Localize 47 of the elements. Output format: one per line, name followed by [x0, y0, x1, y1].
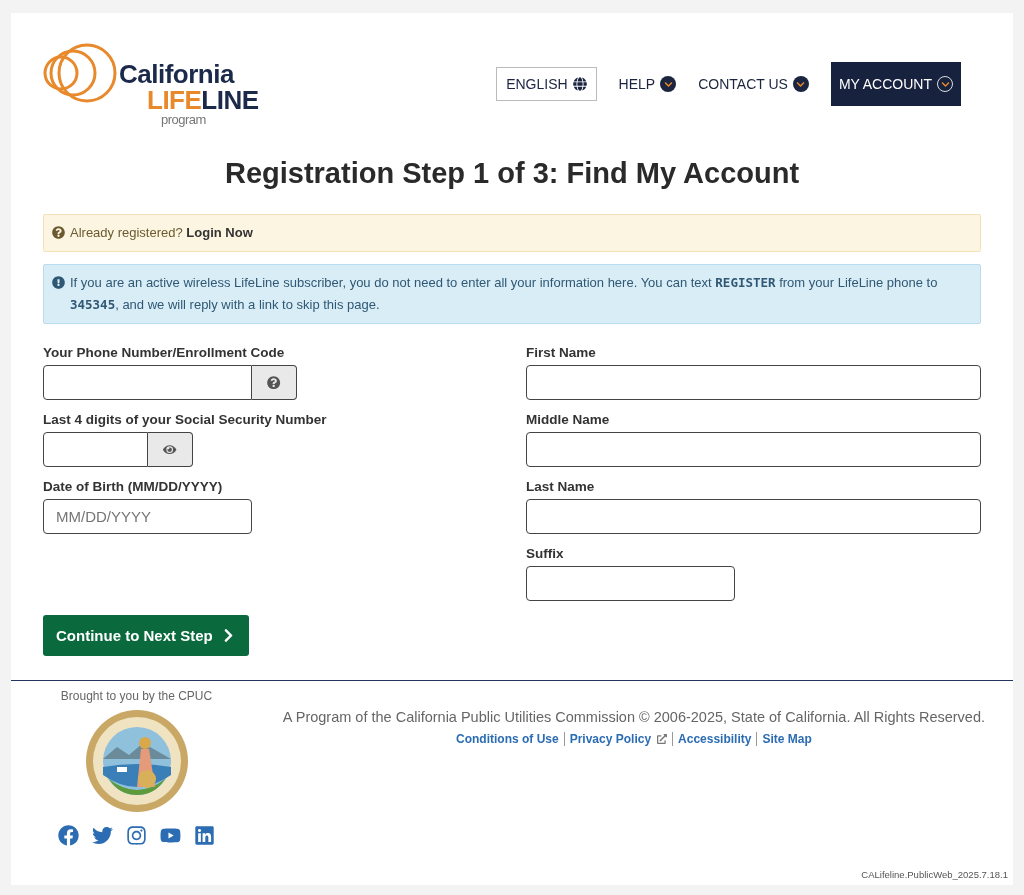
- input-field[interactable]: [526, 432, 981, 467]
- eye-icon: [163, 442, 177, 457]
- footer-link[interactable]: Conditions of Use: [451, 732, 564, 746]
- input-field[interactable]: [526, 499, 981, 534]
- nav-menu-button[interactable]: MY ACCOUNT: [830, 62, 961, 106]
- caret-icon: [660, 76, 677, 92]
- exclamation-icon: [52, 276, 65, 289]
- question-icon: [52, 226, 65, 239]
- copyright-text: A Program of the California Public Utilities Commission © 2006-2025, State of California. All Rights Reserved.: [282, 709, 985, 725]
- input-field[interactable]: [43, 365, 252, 400]
- help-button[interactable]: [252, 365, 297, 400]
- field-label: Last Name: [526, 479, 596, 494]
- twitter-icon[interactable]: [92, 825, 113, 846]
- linkedin-icon[interactable]: [194, 825, 215, 846]
- footer-link[interactable]: Accessibility: [672, 732, 757, 746]
- language-button[interactable]: ENGLISH: [496, 67, 597, 101]
- input-field[interactable]: MM/DD/YYYY: [43, 499, 252, 534]
- facebook-icon[interactable]: [58, 825, 79, 846]
- help-icon: [267, 375, 281, 390]
- input-field[interactable]: [526, 566, 735, 601]
- caret-icon: [792, 76, 809, 92]
- alert-text: Already registered?: [70, 225, 183, 240]
- version-text: CALifeline.PublicWeb_2025.7.18.1: [861, 869, 1008, 880]
- alert-text: If you are an active wireless LifeLine subscriber, you do not need to enter all your information here. You can text REGISTER from your LifeLine phone to 345345, and we will reply with a link to skip this page.: [70, 274, 939, 314]
- show-button[interactable]: [148, 432, 193, 467]
- page-title: Registration Step 1 of 3: Find My Account: [223, 157, 801, 190]
- footer-link[interactable]: Privacy Policy: [563, 732, 673, 746]
- nav-menu-button[interactable]: CONTACT US: [698, 68, 809, 100]
- nav-menu-button[interactable]: HELP: [618, 68, 677, 100]
- footer-link[interactable]: Site Map: [756, 732, 817, 746]
- brought-by-text: Brought to you by the CPUC: [60, 689, 213, 703]
- logo-text: LIFE: [147, 87, 202, 113]
- continue-button[interactable]: Continue to Next Step: [43, 615, 249, 656]
- logo-tagline: program: [161, 113, 206, 126]
- instagram-icon[interactable]: [126, 825, 147, 846]
- field-label: Suffix: [526, 546, 565, 561]
- globe-icon: [572, 77, 587, 91]
- input-field[interactable]: [43, 432, 148, 467]
- field-label: Middle Name: [526, 412, 611, 427]
- input-field[interactable]: [526, 365, 981, 400]
- field-label: Your Phone Number/Enrollment Code: [43, 345, 286, 360]
- field-label: Last 4 digits of your Social Security Number: [43, 412, 328, 427]
- login-link[interactable]: Login Now: [186, 225, 253, 240]
- field-label: First Name: [526, 345, 597, 360]
- logo-text: LINE: [201, 87, 259, 113]
- field-label: Date of Birth (MM/DD/YYYY): [43, 479, 224, 494]
- logo-text: California: [119, 61, 234, 87]
